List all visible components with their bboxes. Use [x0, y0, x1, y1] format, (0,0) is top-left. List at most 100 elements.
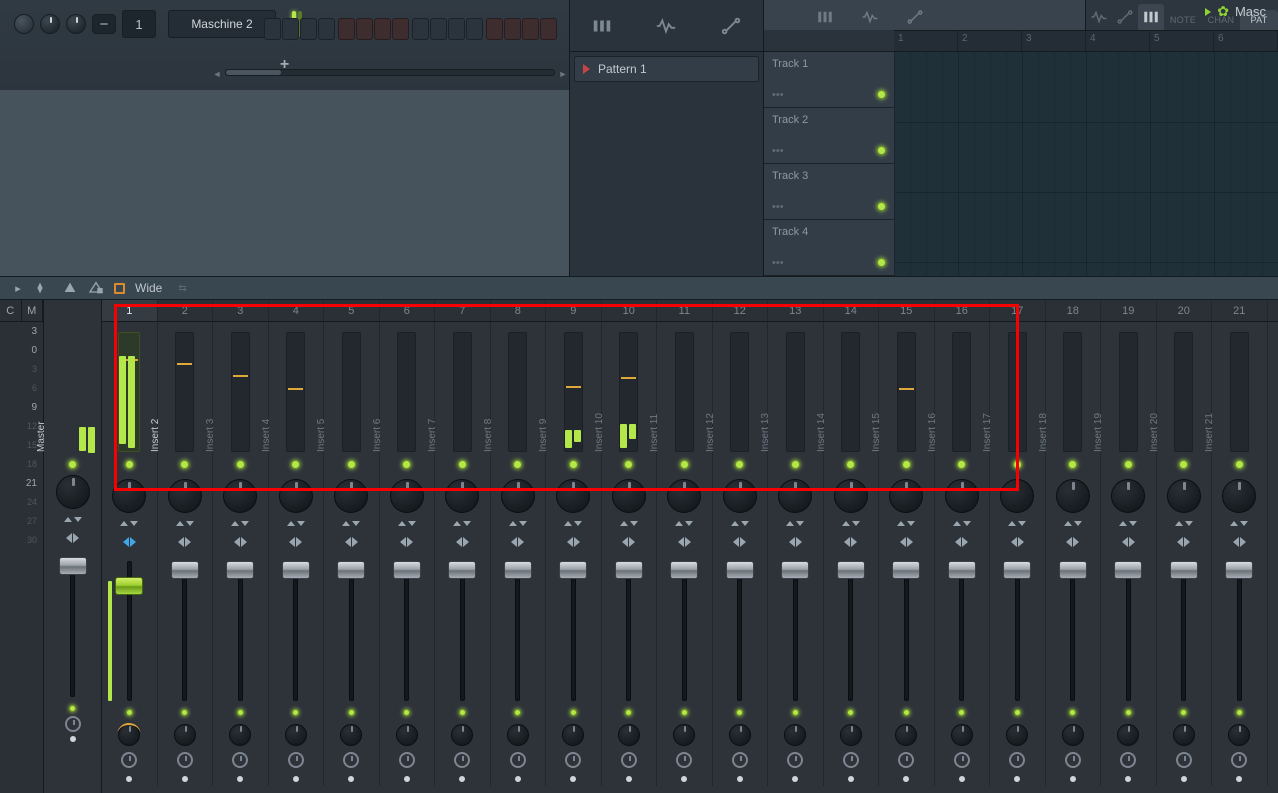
play-icon[interactable]	[1205, 8, 1211, 16]
dock-dot[interactable]	[515, 776, 521, 782]
stereo-sep[interactable]	[158, 537, 213, 551]
playlist-ruler[interactable]: 123456	[894, 30, 1278, 52]
fx-slot-icon[interactable]	[399, 752, 415, 768]
pan-knob[interactable]	[1111, 479, 1145, 513]
dock-dot[interactable]	[1181, 776, 1187, 782]
fx-toggle[interactable]	[546, 521, 601, 533]
send-knob[interactable]	[285, 724, 307, 746]
pan-knob[interactable]	[279, 479, 313, 513]
mute-led[interactable]	[902, 460, 911, 469]
playlist-tab-automation-icon[interactable]	[892, 4, 937, 30]
channel-mixer-route[interactable]: 1	[122, 10, 156, 38]
send-enable-led[interactable]	[736, 709, 743, 716]
send-enable-led[interactable]	[1180, 709, 1187, 716]
send-enable-led[interactable]	[625, 709, 632, 716]
mode-waveform-icon[interactable]	[1086, 4, 1112, 30]
pattern-item[interactable]: Pattern 1	[574, 56, 759, 82]
fx-slot-icon[interactable]	[1009, 752, 1025, 768]
pan-knob[interactable]	[834, 479, 868, 513]
meter[interactable]: Insert 5	[324, 322, 379, 456]
stereo-sep[interactable]	[324, 537, 379, 551]
fx-slot-icon[interactable]	[954, 752, 970, 768]
fx-slot-icon[interactable]	[787, 752, 803, 768]
mute-led[interactable]	[735, 460, 744, 469]
dock-dot[interactable]	[626, 776, 632, 782]
channel-mute-icon[interactable]	[14, 14, 34, 34]
fader[interactable]	[1157, 557, 1212, 707]
fx-slot-icon[interactable]	[1065, 752, 1081, 768]
fx-slot-icon[interactable]	[454, 752, 470, 768]
stereo-sep[interactable]	[602, 537, 657, 551]
meter[interactable]: Insert 20	[1157, 322, 1212, 456]
track-number[interactable]: 14	[824, 300, 880, 321]
layout-selector-icon[interactable]	[114, 283, 125, 294]
fx-slot-icon[interactable]	[1176, 752, 1192, 768]
track-number[interactable]: 19	[1101, 300, 1157, 321]
fader[interactable]	[768, 557, 823, 707]
send-knob[interactable]	[174, 724, 196, 746]
meter[interactable]: Insert 2	[158, 322, 213, 456]
fx-slot-icon[interactable]	[676, 752, 692, 768]
fx-slot-icon[interactable]	[843, 752, 859, 768]
track-header[interactable]: Track 4•••	[764, 220, 894, 276]
track-number[interactable]: 5	[324, 300, 380, 321]
fx-slot-icon[interactable]	[288, 752, 304, 768]
send-enable-led[interactable]	[1014, 709, 1021, 716]
mute-led[interactable]	[236, 460, 245, 469]
meter[interactable]: Insert 17	[990, 322, 1045, 456]
fx-toggle[interactable]	[657, 521, 712, 533]
layout-name[interactable]: Wide	[135, 281, 162, 295]
wave-candle-icon[interactable]	[36, 280, 52, 296]
send-enable-led[interactable]	[403, 709, 410, 716]
pan-knob[interactable]	[1167, 479, 1201, 513]
send-knob[interactable]	[1117, 724, 1139, 746]
dock-dot[interactable]	[459, 776, 465, 782]
fader[interactable]	[602, 557, 657, 707]
fader[interactable]	[824, 557, 879, 707]
fader[interactable]	[269, 557, 324, 707]
track-number[interactable]: 21	[1212, 300, 1268, 321]
send-knob[interactable]	[229, 724, 251, 746]
mode-automation-icon[interactable]	[1112, 4, 1138, 30]
fader[interactable]	[546, 557, 601, 707]
playlist-tab-audio-icon[interactable]	[847, 4, 892, 30]
send-enable-led[interactable]	[570, 709, 577, 716]
mute-led[interactable]	[402, 460, 411, 469]
pan-knob[interactable]	[1000, 479, 1034, 513]
stereo-sep[interactable]	[657, 537, 712, 551]
send-knob[interactable]	[1062, 724, 1084, 746]
fx-toggle[interactable]	[380, 521, 435, 533]
stereo-sep[interactable]	[491, 537, 546, 551]
track-header[interactable]: Track 3•••	[764, 164, 894, 220]
fader[interactable]	[435, 557, 490, 707]
meter[interactable]: Insert 3	[213, 322, 268, 456]
track-number[interactable]: 16	[935, 300, 991, 321]
mute-led[interactable]	[1179, 460, 1188, 469]
pan-knob[interactable]	[1222, 479, 1256, 513]
fader[interactable]	[879, 557, 934, 707]
send-enable-led[interactable]	[847, 709, 854, 716]
dock-dot[interactable]	[70, 736, 76, 742]
mute-led[interactable]	[1235, 460, 1244, 469]
dock-dot[interactable]	[126, 776, 132, 782]
send-enable-led[interactable]	[1125, 709, 1132, 716]
stereo-sep[interactable]	[102, 537, 157, 551]
meter[interactable]: Insert 12	[713, 322, 768, 456]
playlist-tab-pattern-icon[interactable]	[802, 4, 847, 30]
meter[interactable]: Insert 10	[602, 322, 657, 456]
step-sequencer[interactable]	[264, 18, 560, 40]
fader[interactable]	[158, 557, 213, 707]
meter[interactable]: Insert 7	[435, 322, 490, 456]
fx-toggle[interactable]	[935, 521, 990, 533]
fader[interactable]	[935, 557, 990, 707]
stereo-sep[interactable]	[213, 537, 268, 551]
mute-led[interactable]	[846, 460, 855, 469]
meter[interactable]: Insert 15	[879, 322, 934, 456]
dock-dot[interactable]	[1014, 776, 1020, 782]
track-number[interactable]: 7	[435, 300, 491, 321]
track-number[interactable]: 20	[1157, 300, 1213, 321]
meter[interactable]: Insert 21	[1212, 322, 1267, 456]
send-enable-led[interactable]	[1069, 709, 1076, 716]
pan-knob[interactable]	[556, 479, 590, 513]
fader[interactable]	[491, 557, 546, 707]
